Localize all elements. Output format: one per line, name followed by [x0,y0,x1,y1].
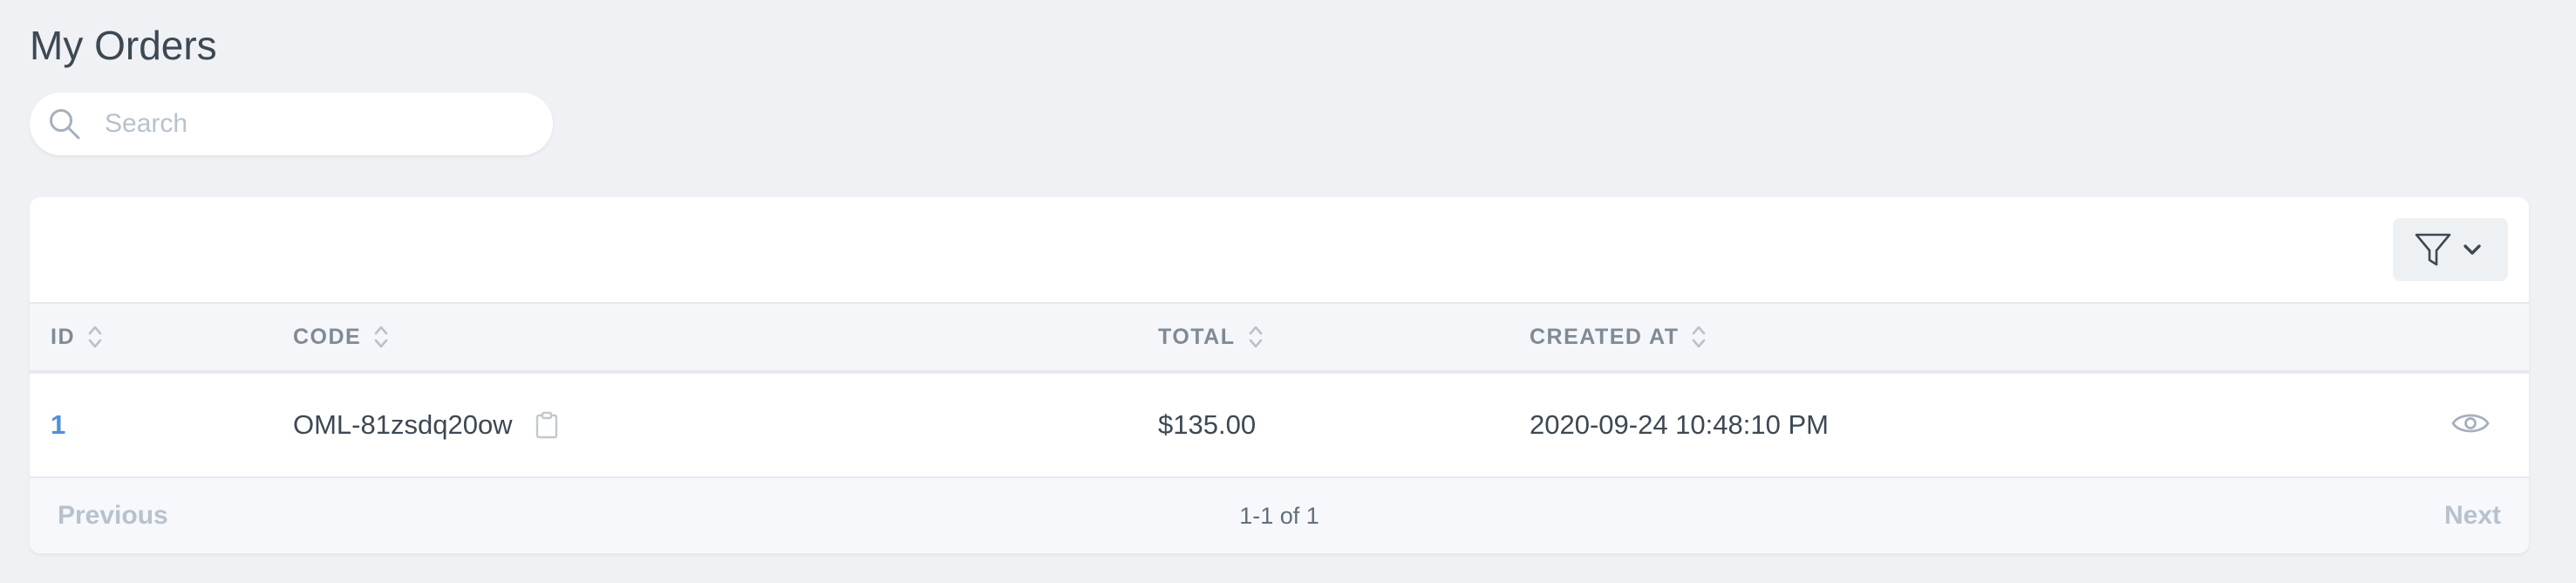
chevron-down-icon [2464,244,2481,255]
column-header-id[interactable]: ID [51,304,103,370]
table-header: ID CODE TOTAL CREATED AT [30,304,2529,374]
column-header-total[interactable]: TOTAL [1158,304,1264,370]
sort-icon [1249,326,1262,348]
column-header-label: CREATED AT [1530,324,1680,349]
order-id-link[interactable]: 1 [51,374,65,477]
sort-icon [1693,326,1706,348]
column-header-code[interactable]: CODE [293,304,389,370]
page-title: My Orders [30,23,217,68]
filter-button[interactable] [2393,218,2508,281]
pagination-info: 1-1 of 1 [1239,502,1319,529]
sort-icon [88,326,102,348]
orders-page: My Orders ID [0,0,2576,583]
filter-icon [2415,233,2451,266]
sort-icon [374,326,388,348]
order-created-at: 2020-09-24 10:48:10 PM [1530,409,1829,440]
eye-icon[interactable] [2450,407,2491,440]
previous-button[interactable]: Previous [58,478,168,553]
pagination: Previous 1-1 of 1 Next [30,478,2529,553]
search-input[interactable] [105,93,523,155]
column-header-label: TOTAL [1158,324,1236,349]
column-header-label: ID [51,324,75,349]
column-header-created-at[interactable]: CREATED AT [1530,304,1707,370]
search-icon [50,109,80,140]
table-toolbar [30,197,2529,304]
column-header-label: CODE [293,324,362,349]
order-total: $135.00 [1158,409,1257,440]
order-code-cell: OML-81zsdq20ow [293,374,558,477]
table-row: 1 OML-81zsdq20ow $135.00 2020-09-24 10:4… [30,374,2529,478]
clipboard-icon[interactable] [535,411,558,439]
search-box[interactable] [30,93,553,155]
order-code: OML-81zsdq20ow [293,409,513,440]
next-button[interactable]: Next [2444,478,2501,553]
orders-table-card: ID CODE TOTAL CREATED AT 1 OML-81zsdq20o… [30,197,2529,553]
